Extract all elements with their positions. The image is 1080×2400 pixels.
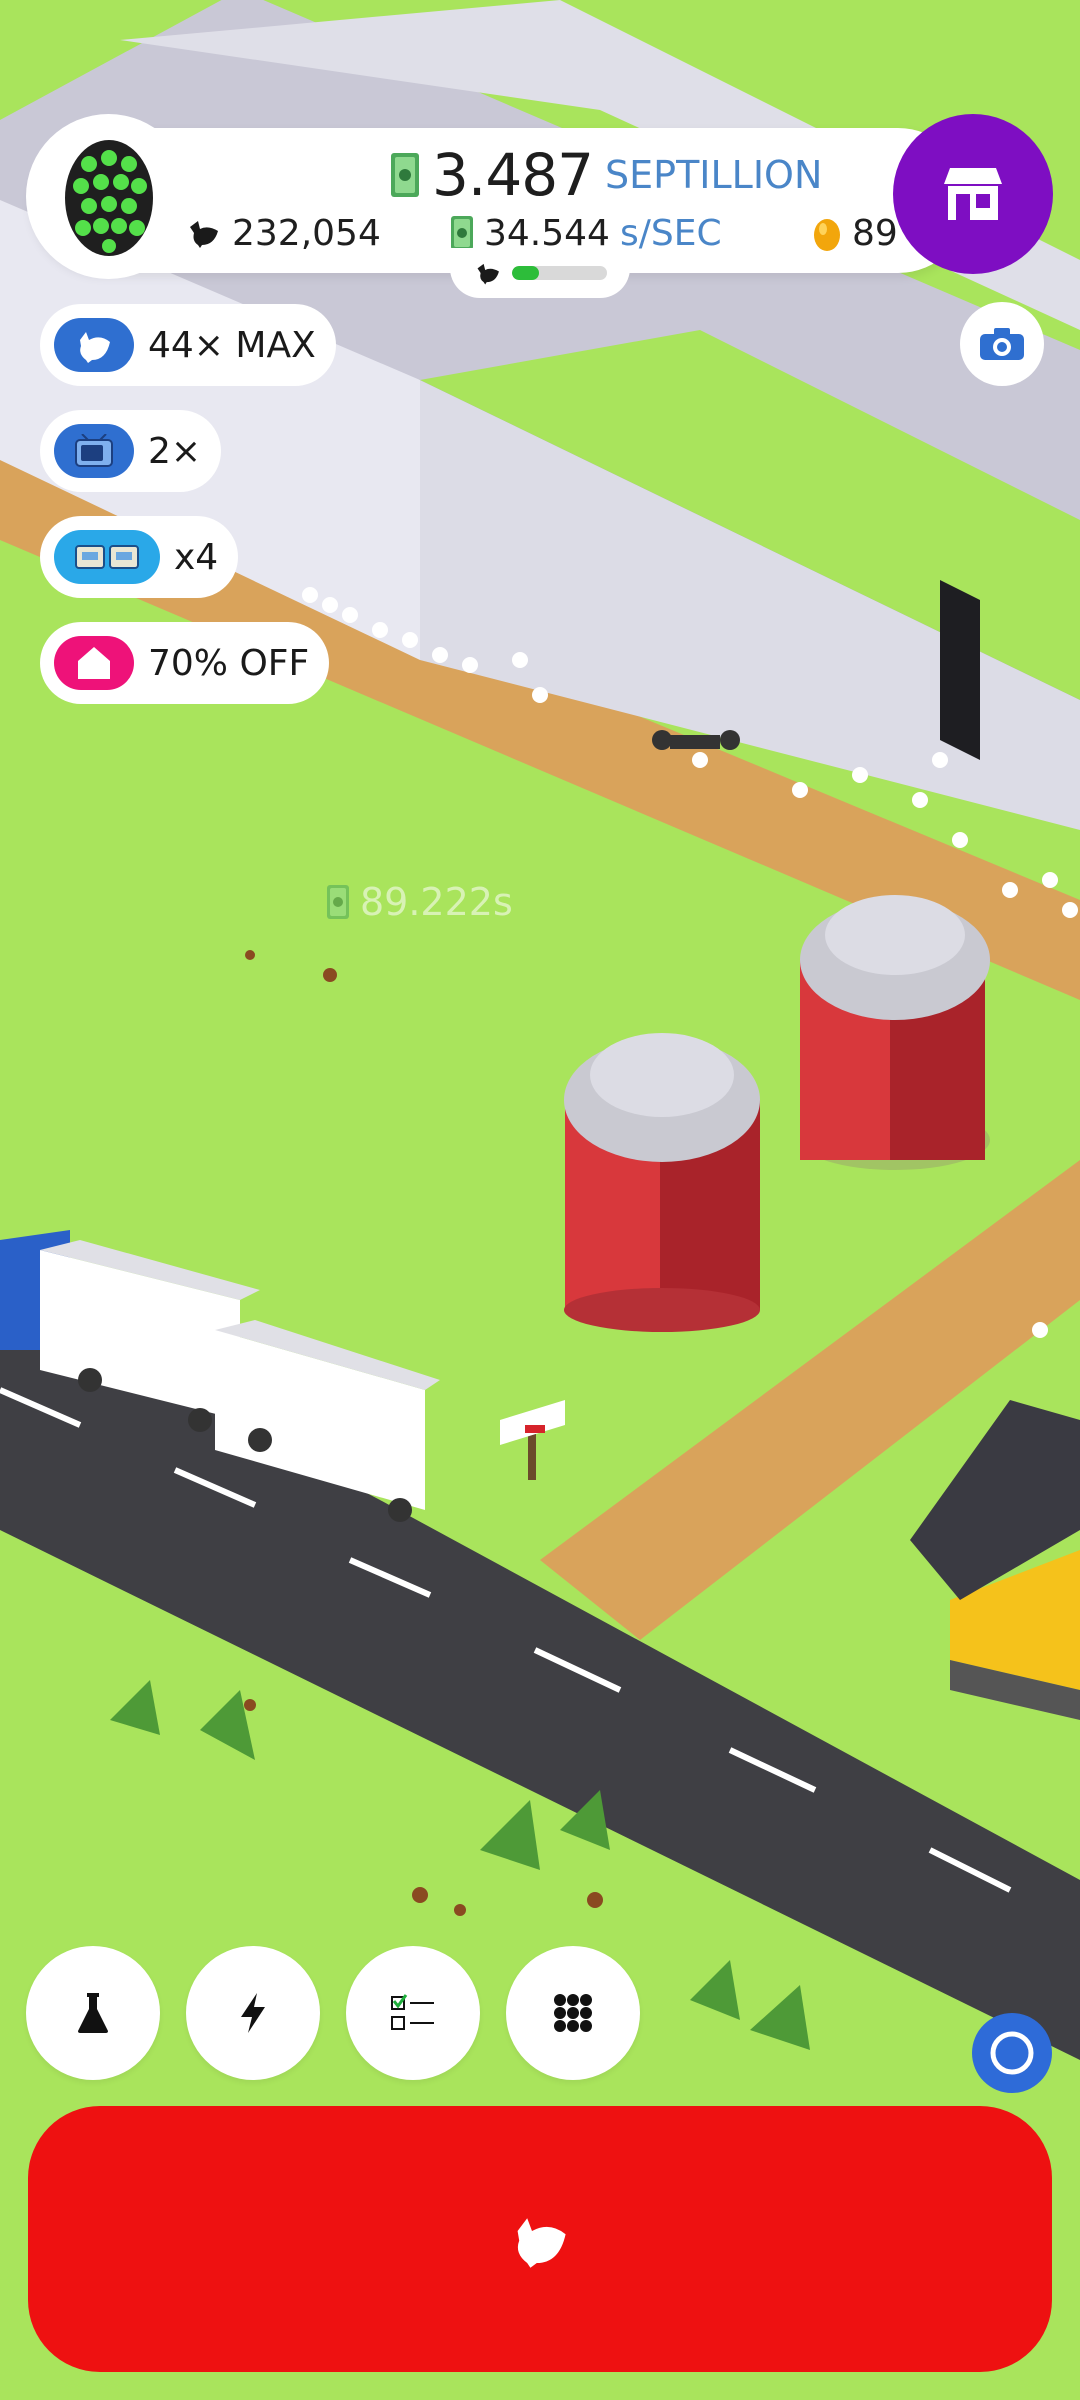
tv-icon [75,434,113,467]
chicken-count-display: 232,054 [188,208,381,258]
ring-icon [990,2031,1034,2075]
research-button[interactable] [26,1946,160,2080]
boost-label: 2× [148,430,202,472]
boost-video-multiplier[interactable]: 2× [40,410,222,492]
cash-icon [327,885,349,919]
boosts-button[interactable] [186,1946,320,2080]
boost-label: 70% OFF [148,642,310,684]
money-unit: SEPTILLION [605,153,823,197]
progress-track [512,266,607,280]
hatch-chicken-button[interactable] [28,2106,1052,2372]
camera-icon [980,328,1024,360]
chicken-count: 232,054 [232,212,381,254]
boost-pill [54,636,134,690]
boost-max-chickens[interactable]: 44× MAX [40,304,336,386]
chicken-silhouette-icon [477,263,499,285]
assistant-ring-button[interactable] [972,2013,1052,2093]
money-display: 3.487 SEPTILLION [390,140,822,210]
golden-egg-count: 89 [852,212,898,254]
boost-cards[interactable]: x4 [40,516,239,598]
menu-button[interactable] [506,1946,640,2080]
silo-front [564,1033,760,1332]
missions-button[interactable] [346,1946,480,2080]
cash-icon [451,216,473,250]
silo-back [800,895,990,1170]
boost-pill [54,424,134,478]
egg-type-button[interactable] [26,114,191,279]
lightning-icon [241,1993,265,2033]
floating-income-value: 89.222s [360,880,513,924]
green-egg-icon [64,140,153,256]
hatchery-progress [450,248,630,298]
boost-discount[interactable]: 70% OFF [40,622,330,704]
checklist-icon [391,1994,434,2030]
shop-button[interactable] [893,114,1053,274]
grid-icon [554,1994,592,2032]
camera-button[interactable] [960,302,1044,386]
money-value: 3.487 [432,141,594,209]
flask-icon [78,1993,108,2033]
chicken-icon [517,2218,566,2268]
boost-pill [54,318,134,372]
chicken-silhouette-icon [190,221,218,248]
boost-pill [54,530,160,584]
boost-label: x4 [174,536,219,578]
progress-fill [512,266,539,280]
golden-egg-display: 89 [812,208,898,258]
floating-income: 89.222s [326,880,513,924]
boost-cards-icon [75,545,139,569]
boost-label: 44× MAX [148,324,316,366]
cash-icon [391,153,419,197]
chicken-icon [80,332,110,363]
golden-egg-icon [814,219,840,251]
income-unit: s/SEC [619,212,722,254]
home-icon [78,647,110,679]
store-icon [944,168,1002,220]
